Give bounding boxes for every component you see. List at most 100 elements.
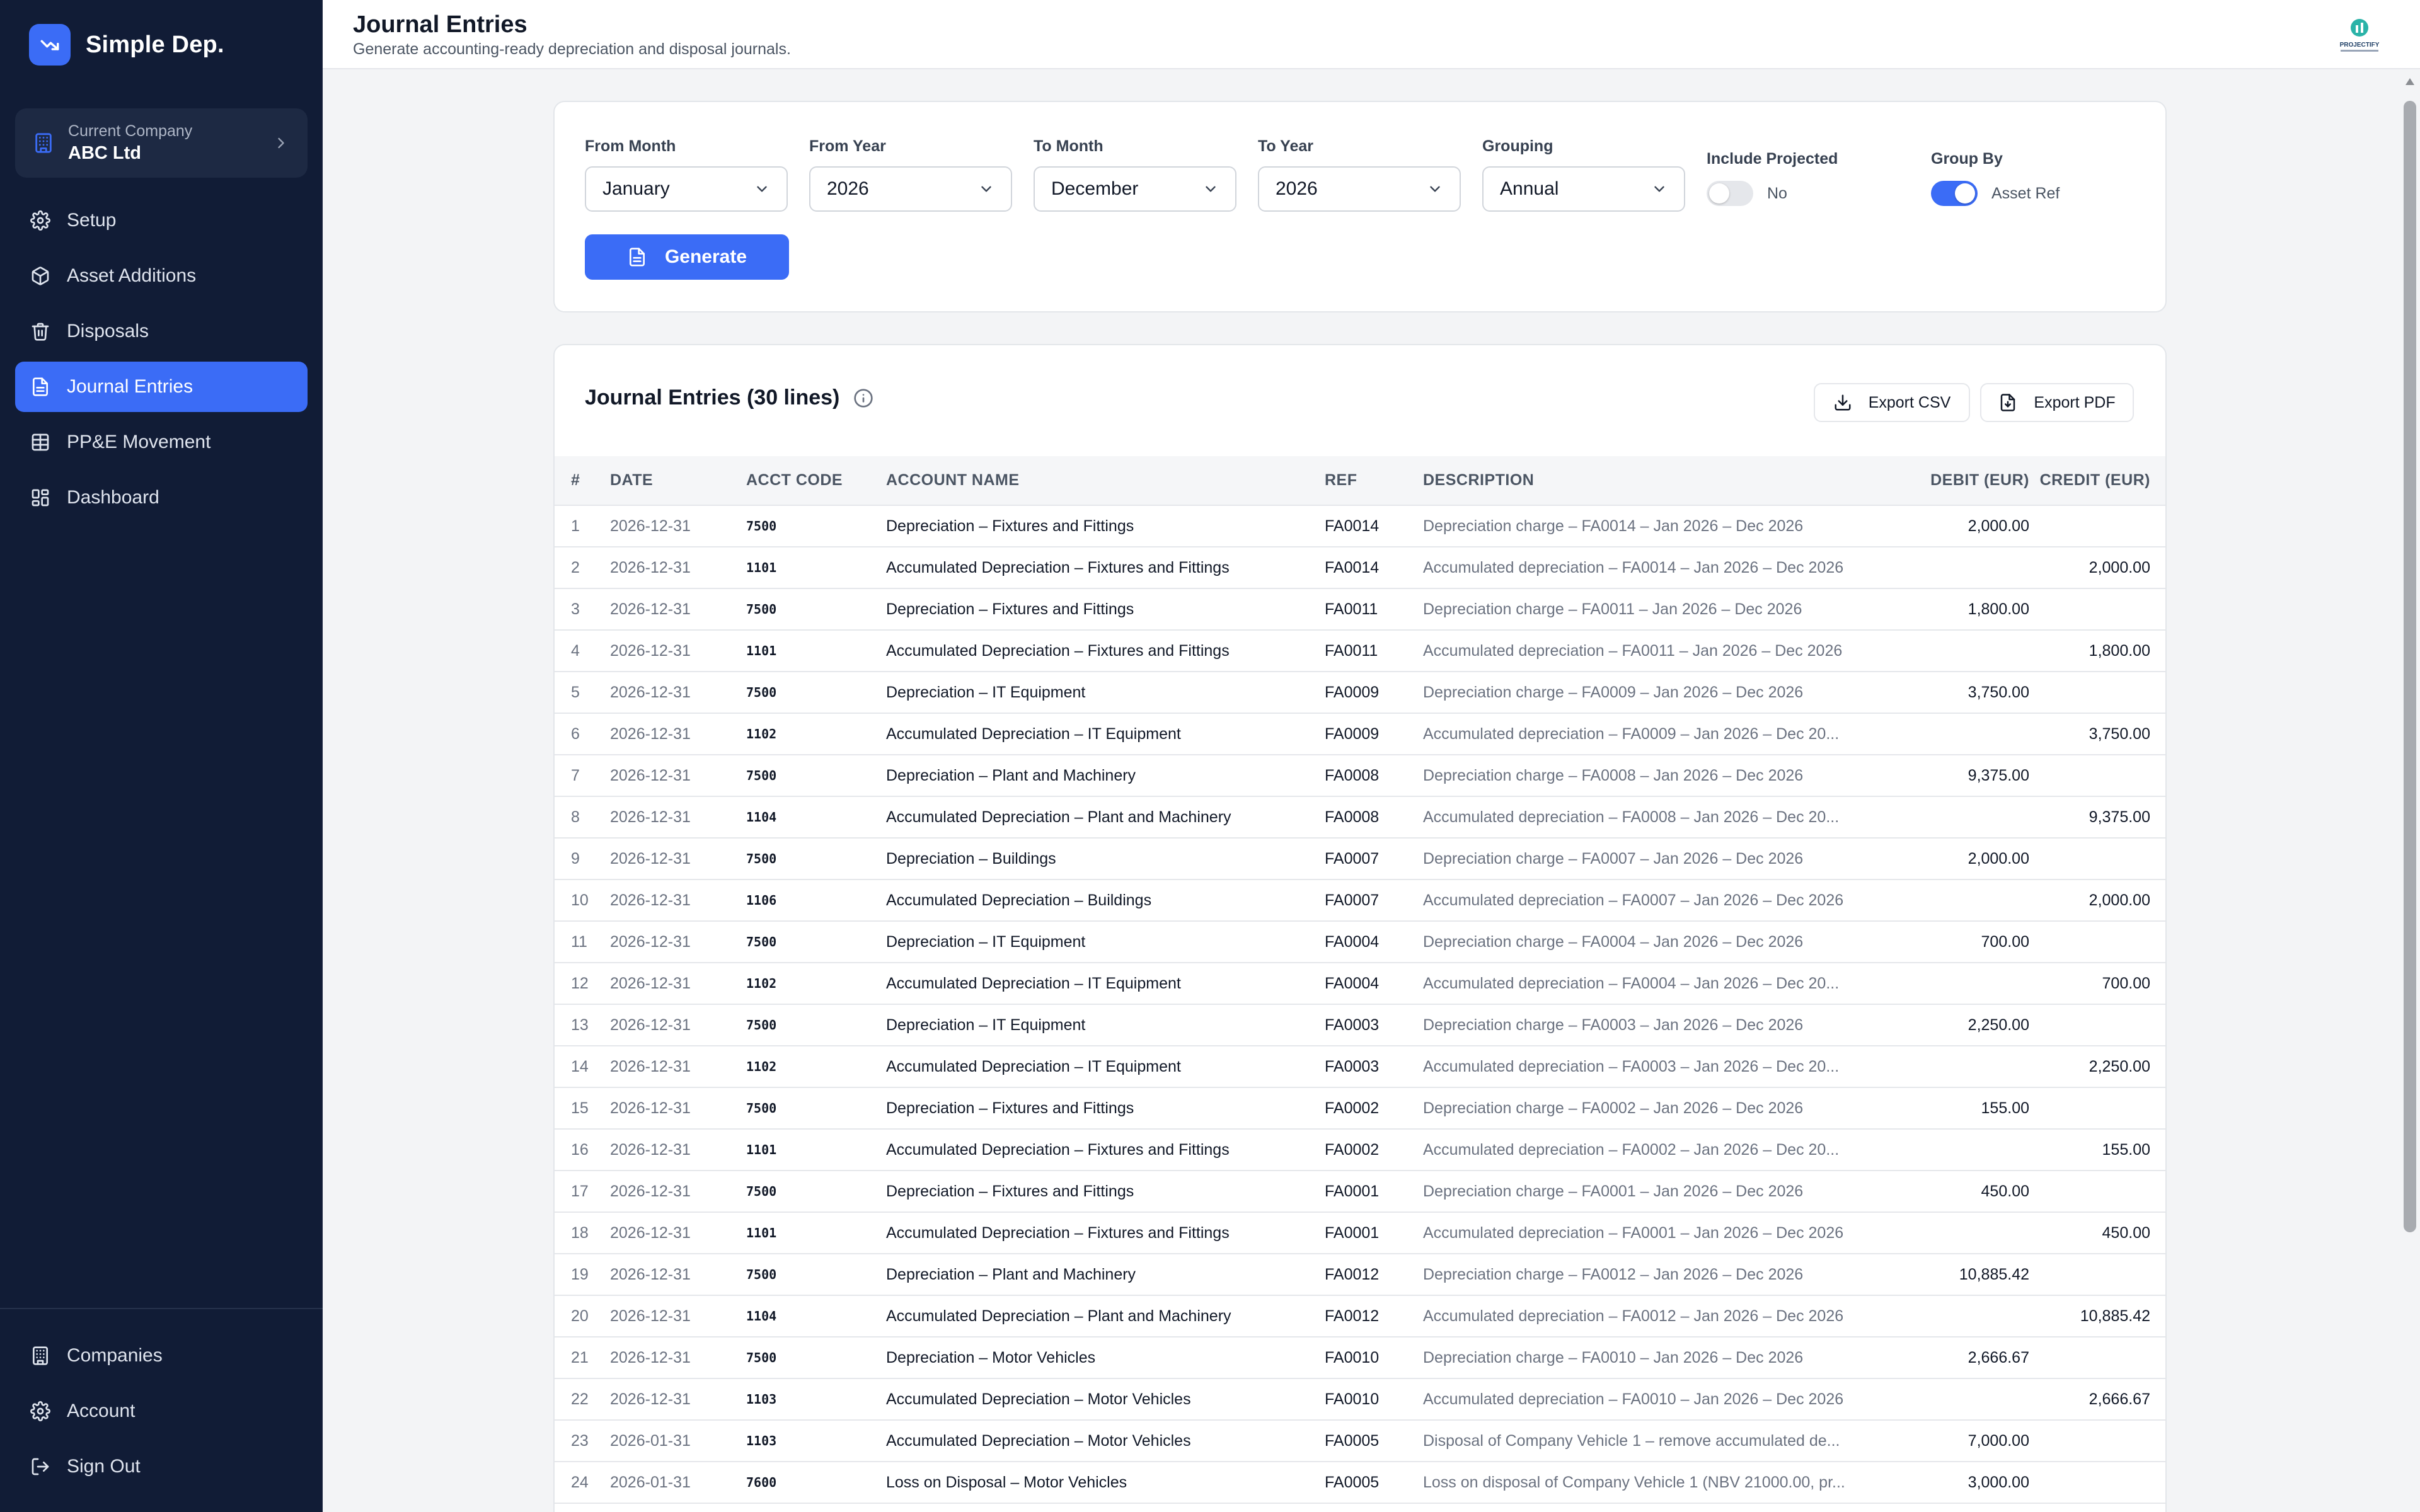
table-row[interactable]: 20 2026-12-31 1104 Accumulated Depreciation… (555, 1295, 2165, 1337)
row-number: 16 (555, 1129, 610, 1171)
company-switcher[interactable]: Current Company ABC Ltd (15, 108, 308, 178)
row-number: 14 (555, 1046, 610, 1088)
sidebar-item-label: Asset Additions (67, 265, 197, 286)
sidebar-item-asset-additions[interactable]: Asset Additions (15, 251, 308, 301)
debit-amount: 450.00 (1897, 1171, 2029, 1213)
brand[interactable]: Simple Dep. (29, 24, 224, 66)
group-by-toggle[interactable] (1931, 181, 1978, 206)
table-row[interactable]: 19 2026-12-31 7500 Depreciation – Plant and… (555, 1254, 2165, 1296)
table-row[interactable]: 13 2026-12-31 7500 Depreciation – IT Equipm… (555, 1004, 2165, 1046)
column-header[interactable]: Description (1423, 456, 1897, 506)
row-date: 2026-12-31 (610, 1046, 746, 1088)
row-number: 22 (555, 1378, 610, 1421)
table-row[interactable]: 9 2026-12-31 7500 Depreciation – Buildings F… (555, 838, 2165, 880)
table-row[interactable]: 4 2026-12-31 1101 Accumulated Depreciation … (555, 630, 2165, 672)
from-year-field: From Year 2026 (809, 137, 1012, 212)
main-content: From Month January From Year 2026 To Mon… (323, 71, 2420, 1512)
table-row[interactable]: 18 2026-12-31 1101 Accumulated Depreciation… (555, 1212, 2165, 1254)
table-row[interactable]: 17 2026-12-31 7500 Depreciation – Fixtures … (555, 1171, 2165, 1213)
table-row[interactable]: 2 2026-12-31 1101 Accumulated Depreciation … (555, 547, 2165, 589)
table-row[interactable]: 5 2026-12-31 7500 Depreciation – IT Equipme… (555, 672, 2165, 714)
sidebar-item-setup[interactable]: Setup (15, 195, 308, 246)
info-icon[interactable] (853, 388, 873, 408)
scrollbar-thumb[interactable] (2404, 101, 2416, 1232)
scroll-up-icon[interactable] (2404, 76, 2416, 88)
row-date: 2026-12-31 (610, 588, 746, 631)
grouping-select[interactable]: Annual (1482, 166, 1685, 212)
column-header[interactable]: Date (610, 456, 746, 506)
generate-label: Generate (664, 246, 747, 267)
table-row[interactable]: 22 2026-12-31 1103 Accumulated Depreciation… (555, 1378, 2165, 1421)
account-name: Accumulated Depreciation – IT Equipment (886, 963, 1325, 1005)
column-header[interactable]: # (555, 456, 610, 506)
table-row[interactable]: 12 2026-12-31 1102 Accumulated Depreciation… (555, 963, 2165, 1005)
row-date: 2026-01-31 (610, 1462, 746, 1504)
table-row[interactable]: 11 2026-12-31 7500 Depreciation – IT Equipm… (555, 921, 2165, 963)
table-row[interactable]: 16 2026-12-31 1101 Accumulated Depreciation… (555, 1129, 2165, 1171)
column-header[interactable]: Account Name (886, 456, 1325, 506)
credit-amount (2029, 1087, 2165, 1130)
column-header[interactable]: Debit (EUR) (1897, 456, 2029, 506)
sidebar-item-companies[interactable]: Companies (15, 1331, 308, 1381)
from-month-field: From Month January (585, 137, 788, 212)
credit-amount (2029, 505, 2165, 547)
account-name: Depreciation – Motor Vehicles (886, 1337, 1325, 1379)
sidebar-item-account[interactable]: Account (15, 1386, 308, 1436)
sidebar-item-ppe-movement[interactable]: PP&E Movement (15, 417, 308, 467)
table-row[interactable]: 15 2026-12-31 7500 Depreciation – Fixtures … (555, 1087, 2165, 1130)
export-pdf-button[interactable]: Export PDF (1980, 383, 2134, 422)
table-row[interactable]: 1 2026-12-31 7500 Depreciation – Fixtures a… (555, 505, 2165, 547)
row-date: 2026-12-31 (610, 672, 746, 714)
from-month-select[interactable]: January (585, 166, 788, 212)
generate-button[interactable]: Generate (585, 234, 789, 280)
sidebar-item-disposals[interactable]: Disposals (15, 306, 308, 357)
asset-ref: FA0003 (1325, 1046, 1423, 1088)
account-name: Depreciation – IT Equipment (886, 672, 1325, 714)
column-header[interactable]: Acct Code (746, 456, 886, 506)
debit-amount (1897, 796, 2029, 839)
debit-amount: 2,000.00 (1897, 838, 2029, 880)
acct-code: 1103 (746, 1378, 886, 1421)
projectify-logo: PROJECTIFY (2340, 19, 2380, 52)
row-description: Depreciation charge – FA0002 – Jan 2026 … (1423, 1087, 1897, 1130)
credit-amount (2029, 1004, 2165, 1046)
table-row[interactable]: 23 2026-01-31 1103 Accumulated Depreciation… (555, 1420, 2165, 1462)
to-month-field: To Month December (1034, 137, 1236, 212)
row-description: Depreciation charge – FA0012 – Jan 2026 … (1423, 1254, 1897, 1296)
to-month-select[interactable]: December (1034, 166, 1236, 212)
row-number: 20 (555, 1295, 610, 1337)
table-row[interactable]: 6 2026-12-31 1102 Accumulated Depreciation … (555, 713, 2165, 755)
sidebar-item-sign-out[interactable]: Sign Out (15, 1441, 308, 1492)
row-date: 2026-12-31 (610, 755, 746, 797)
row-date: 2026-12-31 (610, 921, 746, 963)
include-projected-toggle[interactable] (1707, 181, 1753, 206)
scrollbar[interactable] (2400, 71, 2420, 1512)
debit-amount (1897, 879, 2029, 922)
export-csv-button[interactable]: Export CSV (1814, 383, 1970, 422)
group-by-field: Group By Asset Ref (1931, 150, 2134, 206)
table-row[interactable]: 8 2026-12-31 1104 Accumulated Depreciation … (555, 796, 2165, 839)
table-row[interactable]: 14 2026-12-31 1102 Accumulated Depreciation… (555, 1046, 2165, 1088)
column-header[interactable]: Credit (EUR) (2029, 456, 2165, 506)
debit-amount (1897, 713, 2029, 755)
file-download-icon (2001, 394, 2015, 411)
table-row[interactable]: 21 2026-12-31 7500 Depreciation – Motor Veh… (555, 1337, 2165, 1379)
table-row[interactable]: 24 2026-01-31 7600 Loss on Disposal – Motor… (555, 1462, 2165, 1504)
acct-code: 1104 (746, 796, 886, 839)
from-year-select[interactable]: 2026 (809, 166, 1012, 212)
sidebar-nav: Setup Asset Additions Disposals Journal … (15, 195, 308, 528)
column-header[interactable]: Ref (1325, 456, 1423, 506)
to-year-select[interactable]: 2026 (1258, 166, 1461, 212)
debit-amount: 700.00 (1897, 921, 2029, 963)
sidebar-item-journal-entries[interactable]: Journal Entries (15, 362, 308, 412)
row-description: Accumulated depreciation – FA0007 – Jan … (1423, 879, 1897, 922)
sidebar-item-label: Dashboard (67, 487, 159, 508)
table-row[interactable]: 10 2026-12-31 1106 Accumulated Depreciation… (555, 879, 2165, 922)
table-row[interactable]: 7 2026-12-31 7500 Depreciation – Plant and … (555, 755, 2165, 797)
acct-code: 1101 (746, 1212, 886, 1254)
debit-amount: 1,800.00 (1897, 588, 2029, 631)
sidebar-item-dashboard[interactable]: Dashboard (15, 472, 308, 523)
sidebar-item-label: Disposals (67, 321, 149, 341)
table-row[interactable]: 3 2026-12-31 7500 Depreciation – Fixtures a… (555, 588, 2165, 631)
grouping-label: Grouping (1482, 137, 1553, 155)
